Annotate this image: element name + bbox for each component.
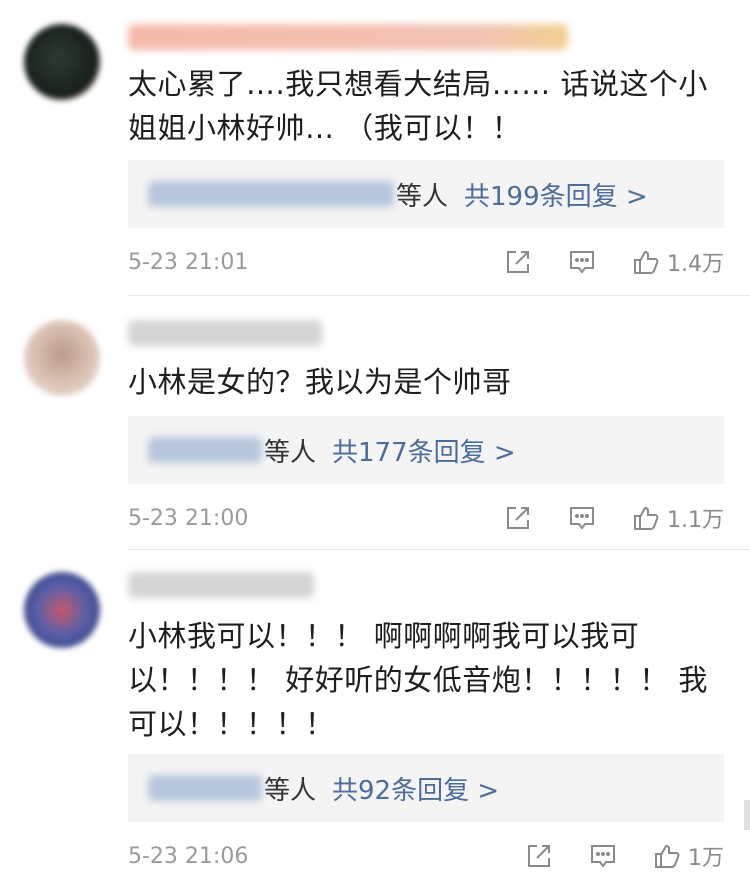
share-icon[interactable] [524,841,554,871]
reply-suffix: 等人 [264,437,317,468]
username[interactable] [128,320,322,346]
username[interactable] [128,24,568,50]
reply-usernames[interactable] [148,181,394,207]
reply-suffix: 等人 [396,181,449,212]
comment-meta: 5-23 21:01 1.4万 [128,242,724,282]
avatar[interactable] [24,320,100,396]
timestamp: 5-23 21:01 [128,249,249,275]
reply-count-link[interactable]: 共177条回复 > [332,432,516,469]
reply-summary[interactable]: 等人 共177条回复 > [128,416,724,484]
reply-count-link[interactable]: 共92条回复 > [332,770,499,807]
avatar[interactable] [24,572,100,648]
comment-icon[interactable] [567,247,597,277]
like-count: 1万 [688,846,724,871]
comment-text: 小林我可以！！！ 啊啊啊啊我可以我可以！！！！ 好好听的女低音炮！！！！！ 我可… [128,619,708,741]
comment-icon[interactable] [567,503,597,533]
timestamp: 5-23 21:00 [128,505,249,531]
thumbs-up-icon[interactable] [652,841,682,871]
comment-text: 太心累了….我只想看大结局…… 话说这个小姐姐小林好帅… （我可以！！ [128,67,708,145]
comment-meta: 5-23 21:06 1万 [128,836,724,876]
comment-meta: 5-23 21:00 1.1万 [128,498,724,538]
reply-usernames[interactable] [148,437,262,463]
comment-item: 太心累了….我只想看大结局…… 话说这个小姐姐小林好帅… （我可以！！ 等人 共… [0,0,750,296]
comment-text: 小林是女的？我以为是个帅哥 [128,365,512,399]
comment-item: 小林是女的？我以为是个帅哥 等人 共177条回复 > 5-23 21:00 1.… [0,296,750,550]
thumbs-up-icon[interactable] [631,503,661,533]
reply-summary[interactable]: 等人 共199条回复 > [128,160,724,228]
timestamp: 5-23 21:06 [128,843,249,869]
share-icon[interactable] [503,247,533,277]
reply-usernames[interactable] [148,775,262,801]
scroll-edge [744,800,750,830]
username[interactable] [128,572,314,598]
share-icon[interactable] [503,503,533,533]
avatar[interactable] [24,24,100,100]
thumbs-up-icon[interactable] [631,247,661,277]
like-count: 1.4万 [667,252,724,277]
reply-summary[interactable]: 等人 共92条回复 > [128,754,724,822]
reply-count-link[interactable]: 共199条回复 > [464,176,648,213]
comment-icon[interactable] [588,841,618,871]
reply-suffix: 等人 [264,775,317,806]
comment-item: 小林我可以！！！ 啊啊啊啊我可以我可以！！！！ 好好听的女低音炮！！！！！ 我可… [0,550,750,886]
like-count: 1.1万 [667,508,724,533]
